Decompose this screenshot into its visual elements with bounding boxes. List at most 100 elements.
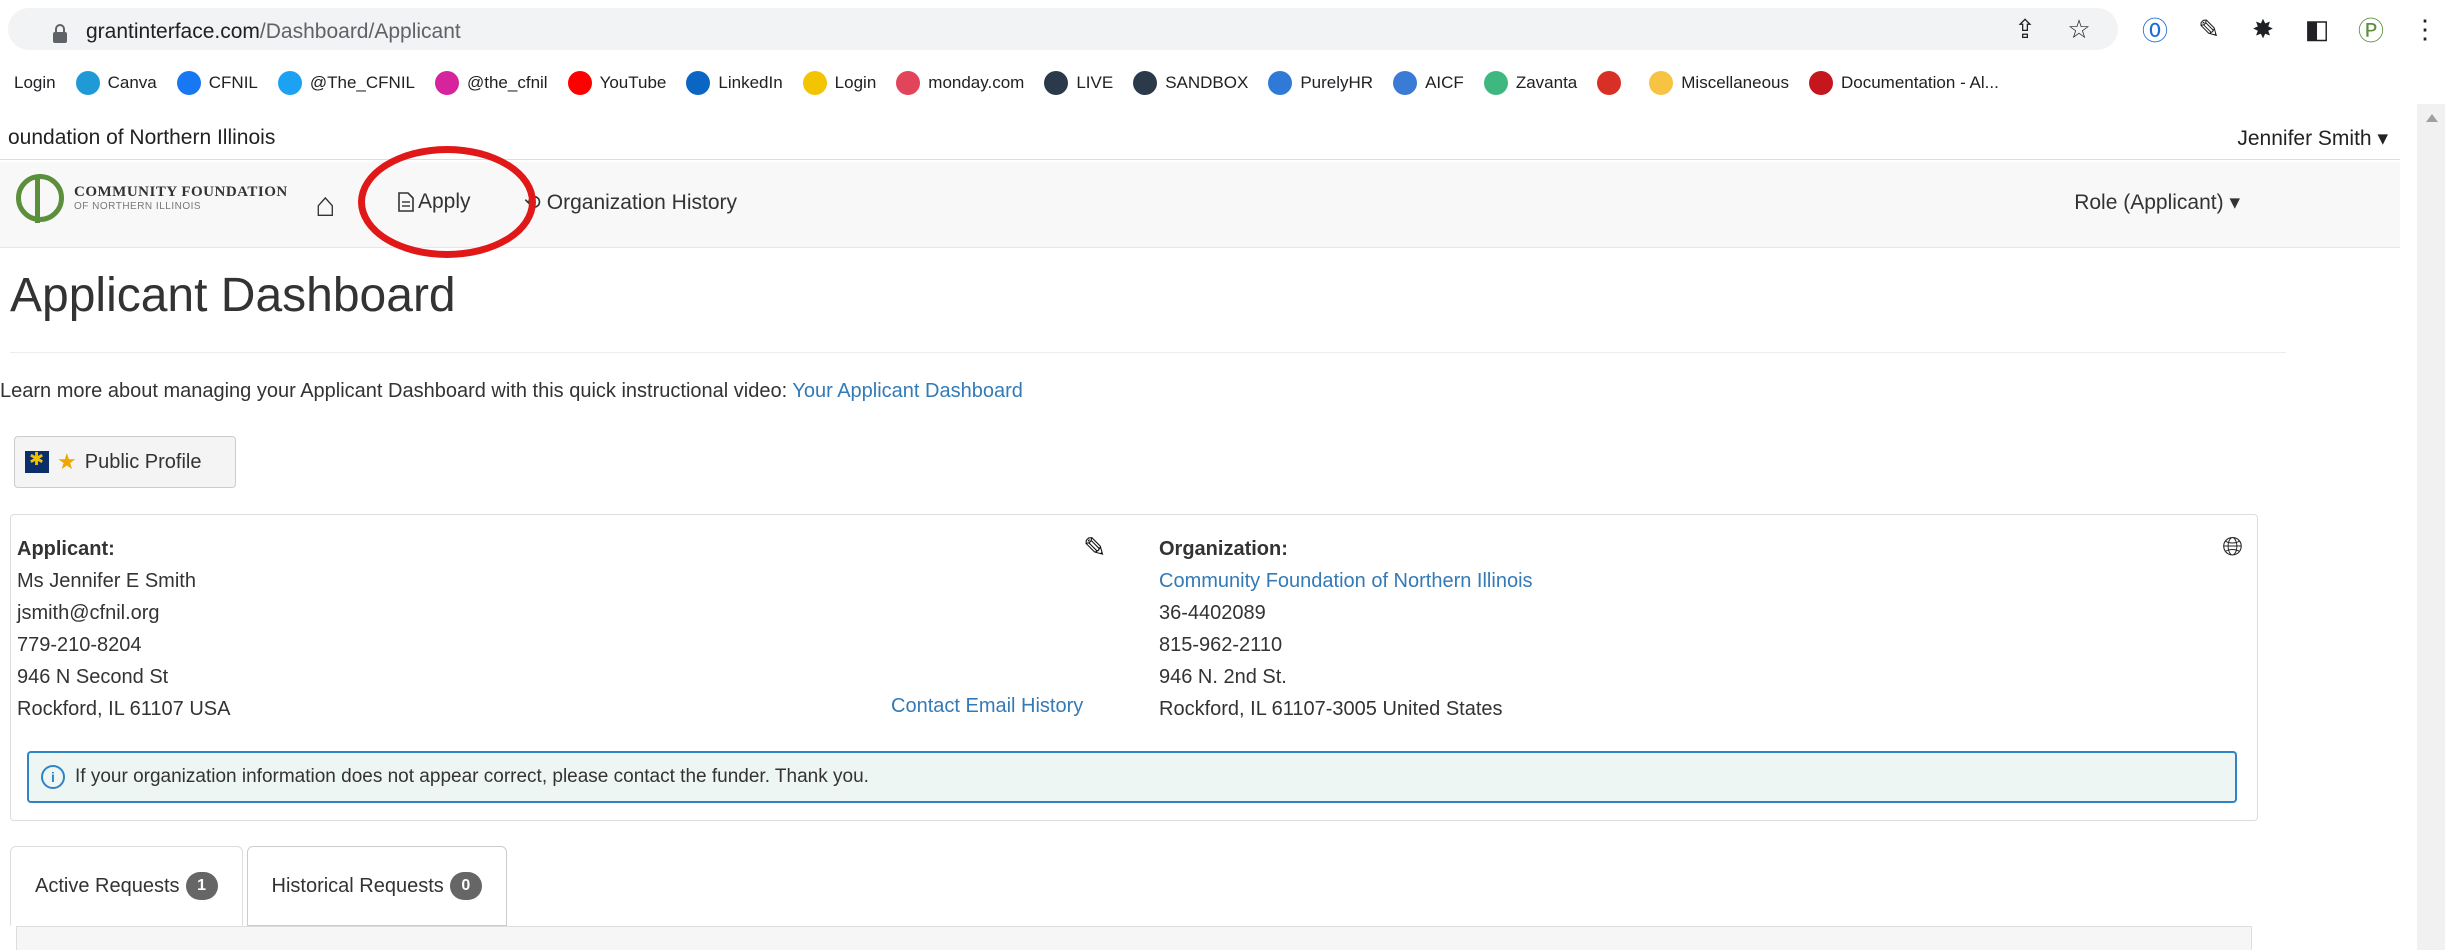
public-profile-button[interactable]: ★ Public Profile	[14, 436, 236, 488]
purelyhr-icon	[1268, 71, 1293, 95]
globe-icon[interactable]: 🌐︎	[2222, 531, 2243, 563]
app-top-strip: oundation of Northern Illinois Jennifer …	[0, 118, 2400, 160]
bookmark-label: AICF	[1425, 73, 1464, 92]
applicant-address1: 946 N Second St	[17, 666, 169, 688]
bookmark-item[interactable]	[1597, 71, 1629, 95]
kebab-menu-icon[interactable]: ⋮	[2406, 10, 2444, 48]
bookmark-item[interactable]: AICF	[1393, 71, 1464, 95]
folder-icon	[1649, 71, 1674, 95]
navbar: COMMUNITY FOUNDATION OF NORTHERN ILLINOI…	[0, 162, 2400, 248]
facebook-icon	[176, 71, 201, 95]
tab-label: Historical Requests	[271, 874, 444, 897]
bookmark-label: PurelyHR	[1300, 73, 1374, 92]
star-icon[interactable]: ☆	[2060, 10, 2098, 48]
intro-video-link[interactable]: Your Applicant Dashboard	[792, 380, 1023, 402]
count-badge: 1	[185, 872, 218, 900]
applicant-org-panel: Applicant: Ms Jennifer E Smith jsmith@cf…	[10, 514, 2258, 821]
user-menu[interactable]: Jennifer Smith ▾	[2237, 126, 2388, 151]
nav-organization-history[interactable]: ⟲ Organization History	[524, 190, 737, 215]
mail-icon	[1393, 71, 1418, 95]
extension-icons: ⓪ ✎ ✸ ◧ Ⓟ ⋮	[2120, 10, 2444, 48]
bookmark-label: SANDBOX	[1165, 73, 1249, 92]
bookmark-item[interactable]: LinkedIn	[686, 71, 783, 95]
bookmark-item[interactable]: Miscellaneous	[1649, 71, 1789, 95]
sandbox-icon	[1133, 71, 1158, 95]
bookmark-item[interactable]: SANDBOX	[1133, 71, 1248, 95]
1password-icon[interactable]: ⓪	[2136, 10, 2174, 48]
cfnil-extension-icon[interactable]: Ⓟ	[2352, 10, 2390, 48]
logo-line1: COMMUNITY FOUNDATION	[74, 184, 288, 200]
bookmark-label: LIVE	[1076, 73, 1114, 92]
org-name: oundation of Northern Illinois	[8, 126, 276, 149]
bookmark-label: Miscellaneous	[1681, 73, 1789, 92]
bookmark-item[interactable]: LIVE	[1044, 71, 1113, 95]
tab-historical-requests[interactable]: Historical Requests 0	[246, 846, 507, 926]
bookmark-item[interactable]: Login	[802, 71, 877, 95]
nav-apply[interactable]: Apply	[398, 190, 471, 214]
linkedin-icon	[686, 71, 711, 95]
pen-extension-icon[interactable]: ✎	[2190, 10, 2228, 48]
doc-icon	[1809, 71, 1833, 95]
sidepanel-icon[interactable]: ◧	[2298, 10, 2336, 48]
bookmark-label: YouTube	[599, 73, 667, 92]
address-bar[interactable]: grantinterface.com/Dashboard/Applicant	[8, 8, 2118, 50]
youtube-icon	[567, 71, 592, 95]
history-icon: ⟲	[524, 192, 541, 214]
bookmark-item[interactable]: Login	[14, 73, 56, 93]
applicant-email: jsmith@cfnil.org	[17, 602, 160, 624]
scroll-up-icon[interactable]	[2426, 114, 2438, 122]
organization-name-link[interactable]: Community Foundation of Northern Illinoi…	[1159, 570, 1533, 592]
applicant-phone: 779-210-8204	[17, 634, 142, 656]
public-profile-label: Public Profile	[84, 450, 202, 473]
bookmark-item[interactable]: Documentation - Al...	[1809, 71, 1999, 95]
bookmark-label: Canva	[107, 73, 157, 92]
role-dropdown[interactable]: Role (Applicant) ▾	[2074, 190, 2240, 215]
bookmark-label: Login	[834, 73, 877, 92]
request-tabs: Active Requests 1 Historical Requests 0	[10, 846, 511, 926]
bookmark-item[interactable]: CFNIL	[176, 71, 258, 95]
bookmark-item[interactable]: Canva	[75, 71, 157, 95]
count-badge: 0	[449, 872, 482, 900]
organization-phone: 815-962-2110	[1159, 634, 1283, 656]
organization-label: Organization:	[1159, 538, 1288, 560]
home-icon[interactable]: ⌂	[315, 186, 336, 225]
applicant-details: Applicant: Ms Jennifer E Smith jsmith@cf…	[17, 533, 230, 725]
bookmark-item[interactable]: PurelyHR	[1268, 71, 1373, 95]
puzzle-icon[interactable]: ✸	[2244, 10, 2282, 48]
bookmark-label: Documentation - Al...	[1841, 73, 1999, 92]
intro-text: Learn more about managing your Applicant…	[0, 380, 1023, 402]
url-text: grantinterface.com/Dashboard/Applicant	[86, 20, 461, 43]
lock-icon	[53, 24, 67, 43]
pencil-icon[interactable]: ✎	[1083, 531, 1106, 564]
canva-icon	[75, 71, 100, 95]
page: grantinterface.com/Dashboard/Applicant ⇪…	[0, 0, 2445, 950]
document-icon	[398, 192, 414, 212]
tab-active-requests[interactable]: Active Requests 1	[10, 846, 243, 926]
bookmark-item[interactable]: YouTube	[567, 71, 667, 95]
zavanta-icon	[1483, 71, 1508, 95]
nav-history-label: Organization History	[546, 190, 738, 214]
bookmark-item[interactable]: Zavanta	[1483, 71, 1578, 95]
contact-email-history-link[interactable]: Contact Email History	[891, 695, 1083, 718]
bookmark-label: Zavanta	[1515, 73, 1578, 92]
applicant-label: Applicant:	[17, 538, 115, 560]
bookmark-item[interactable]: @the_cfnil	[435, 71, 548, 95]
gmail-icon	[1597, 71, 1622, 95]
applicant-name: Ms Jennifer E Smith	[17, 570, 196, 592]
logo[interactable]: COMMUNITY FOUNDATION OF NORTHERN ILLINOI…	[16, 174, 288, 223]
organization-address1: 946 N. 2nd St.	[1159, 666, 1287, 688]
share-icon[interactable]: ⇪	[2006, 10, 2044, 48]
logo-mark-icon	[16, 174, 64, 223]
bookmark-item[interactable]: monday.com	[896, 71, 1024, 95]
bookmark-item[interactable]: @The_CFNIL	[277, 71, 415, 95]
page-title: Applicant Dashboard	[10, 269, 456, 322]
scrollbar[interactable]	[2417, 104, 2445, 950]
mailchimp-icon	[802, 71, 827, 95]
logo-line2: OF NORTHERN ILLINOIS	[74, 201, 202, 212]
divider	[10, 352, 2286, 353]
flag-icon	[25, 449, 49, 473]
bookmark-label: @The_CFNIL	[309, 73, 415, 92]
bookmark-label: Login	[14, 73, 56, 92]
monday-icon	[896, 71, 921, 95]
caret-down-icon: ▾	[2377, 127, 2388, 150]
